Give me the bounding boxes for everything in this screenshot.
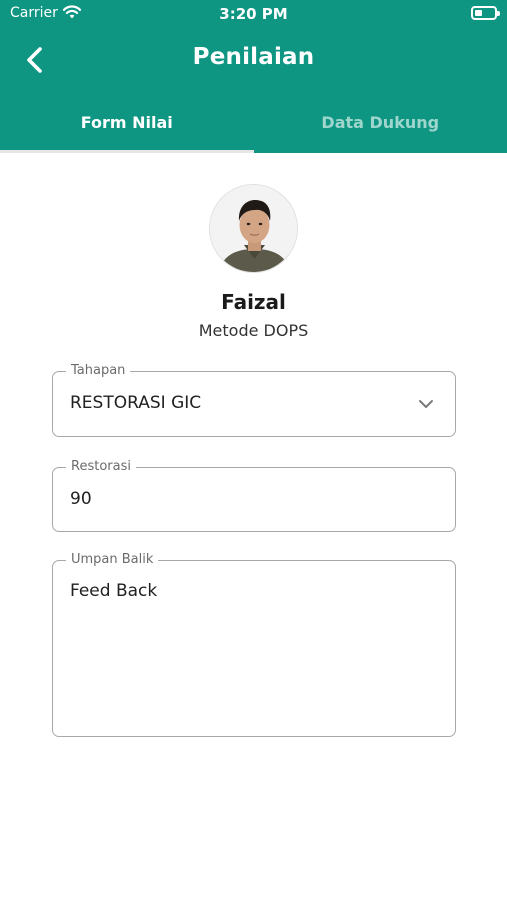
profile-photo: [210, 185, 297, 272]
chevron-down-icon: [419, 400, 433, 408]
umpan-balik-field[interactable]: Umpan Balik Feed Back: [52, 551, 456, 737]
tab-data-dukung[interactable]: Data Dukung: [254, 100, 507, 153]
profile-method: Metode DOPS: [198, 321, 309, 340]
tab-form-nilai[interactable]: Form Nilai: [0, 100, 254, 153]
avatar: [209, 184, 298, 273]
battery-level: [475, 10, 482, 16]
status-bar: Carrier 3:20 PM: [0, 0, 507, 28]
tahapan-select[interactable]: Tahapan RESTORASI GIC: [52, 362, 456, 437]
umpan-balik-label: Umpan Balik: [66, 551, 159, 569]
page-title: Penilaian: [192, 44, 315, 70]
restorasi-label: Restorasi: [66, 458, 136, 476]
tab-bar: Form Nilai Data Dukung: [0, 100, 507, 153]
umpan-balik-value: Feed Back: [70, 581, 158, 601]
profile-name: Faizal: [221, 290, 286, 314]
tahapan-value: RESTORASI GIC: [70, 393, 202, 413]
status-time: 3:20 PM: [219, 5, 288, 23]
restorasi-value: 90: [70, 489, 92, 509]
battery-icon: [471, 6, 500, 20]
restorasi-field[interactable]: Restorasi 90: [52, 458, 456, 532]
tahapan-label: Tahapan: [66, 362, 131, 380]
app-header: Carrier 3:20 PM Penilaian Form Nilai Dat…: [0, 0, 507, 153]
